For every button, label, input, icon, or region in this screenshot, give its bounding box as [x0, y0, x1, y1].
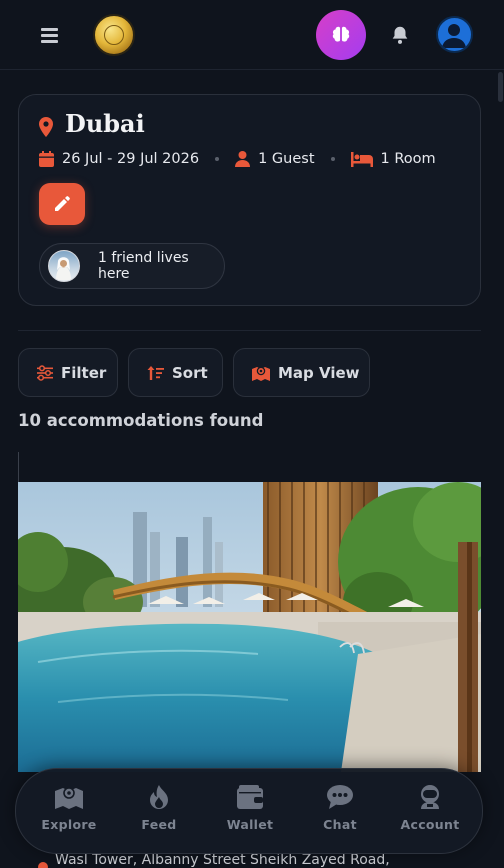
person-icon	[235, 151, 251, 167]
nav-feed[interactable]: Feed	[114, 785, 204, 832]
pencil-icon	[55, 196, 70, 211]
room-count-text: 1 Room	[380, 151, 436, 167]
sliders-icon	[37, 364, 53, 381]
nav-account-label: Account	[400, 817, 460, 832]
profile-avatar-button[interactable]	[436, 16, 473, 53]
list-guide-line	[18, 452, 19, 482]
sort-icon	[147, 365, 164, 380]
nav-account[interactable]: Account	[385, 785, 475, 832]
date-range: 26 Jul - 29 Jul 2026	[39, 151, 199, 167]
nav-feed-label: Feed	[141, 817, 177, 832]
destination-city: Dubai	[65, 109, 145, 138]
bell-icon[interactable]	[389, 24, 411, 46]
nav-wallet-label: Wallet	[226, 817, 274, 832]
filter-label: Filter	[61, 363, 107, 382]
friends-live-here-pill[interactable]: 1 friend lives here	[39, 243, 225, 289]
nav-chat[interactable]: Chat	[295, 785, 385, 832]
map-icon	[55, 787, 83, 809]
address-pin-icon	[38, 862, 48, 868]
date-range-text: 26 Jul - 29 Jul 2026	[62, 151, 200, 167]
edit-search-button[interactable]	[39, 183, 85, 225]
nav-explore[interactable]: Explore	[24, 785, 114, 832]
separator-dot	[215, 157, 220, 161]
sort-button[interactable]: Sort	[128, 348, 223, 397]
map-view-button[interactable]: Map View	[233, 348, 370, 397]
accommodation-address: Wasl Tower, Albanny Street Sheikh Zayed …	[55, 852, 390, 868]
map-view-label: Map View	[278, 363, 360, 382]
nav-chat-label: Chat	[323, 817, 357, 832]
search-summary-card: Dubai 26 Jul - 29 Jul 2026 1 Guest 1 Roo…	[18, 94, 481, 306]
chat-icon	[327, 785, 353, 809]
nav-explore-label: Explore	[41, 817, 97, 832]
filter-button[interactable]: Filter	[18, 348, 118, 397]
separator-dot	[330, 157, 335, 161]
calendar-icon	[39, 151, 54, 167]
ai-brain-button[interactable]	[316, 10, 366, 60]
scrollbar-thumb[interactable]	[498, 72, 503, 102]
location-pin-icon	[39, 117, 53, 137]
brain-icon	[332, 26, 350, 42]
top-bar	[0, 0, 504, 70]
astronaut-icon	[421, 785, 439, 809]
hamburger-menu-icon[interactable]	[38, 24, 62, 46]
accommodation-photo[interactable]	[18, 482, 481, 772]
section-divider	[18, 330, 481, 331]
wallet-icon	[237, 785, 263, 809]
user-avatar-icon	[442, 24, 466, 48]
map-marker-icon	[252, 366, 270, 381]
bed-icon	[350, 151, 373, 167]
results-count: 10 accommodations found	[18, 411, 264, 430]
gold-coin-logo[interactable]	[93, 14, 135, 56]
bottom-navigation: Explore Feed Wallet Chat Account	[15, 768, 483, 854]
guest-count: 1 Guest	[235, 151, 315, 167]
sort-label: Sort	[172, 363, 208, 382]
fire-icon	[150, 785, 168, 809]
search-meta-row: 26 Jul - 29 Jul 2026 1 Guest 1 Room	[39, 149, 436, 169]
nav-wallet[interactable]: Wallet	[205, 785, 295, 832]
room-count: 1 Room	[350, 151, 436, 167]
guest-count-text: 1 Guest	[258, 151, 315, 167]
friends-live-here-text: 1 friend lives here	[98, 250, 189, 282]
friend-avatar	[48, 250, 80, 282]
